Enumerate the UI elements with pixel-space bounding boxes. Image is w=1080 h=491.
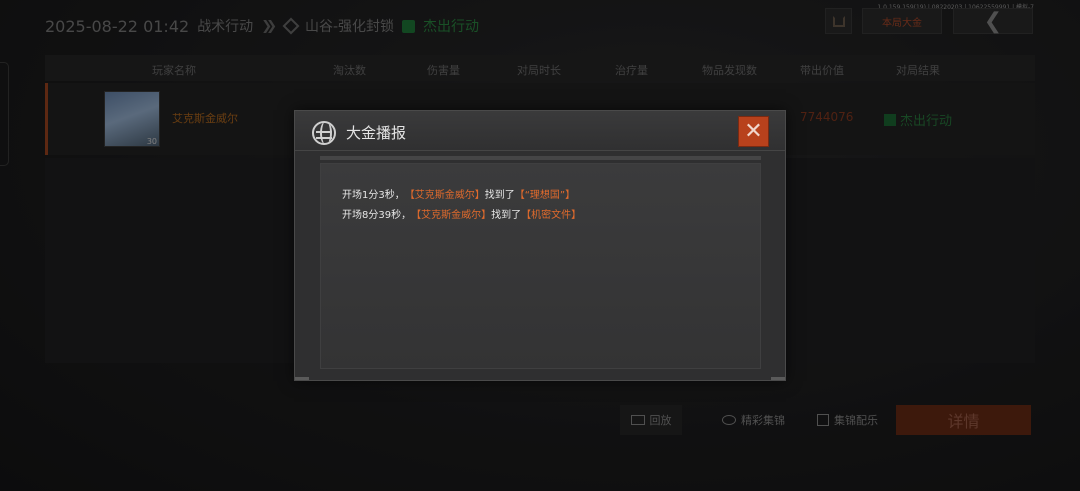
message-time: 开场1分3秒， [342, 190, 405, 201]
close-button[interactable]: ✕ [738, 116, 769, 147]
dialog-header: 大金播报 ✕ [295, 111, 785, 151]
message-verb: 找到了 [491, 210, 522, 221]
message-time: 开场8分39秒， [342, 210, 412, 221]
globe-icon [312, 121, 336, 145]
message-item: 【“理想国”】 [514, 190, 576, 201]
corner-accent [295, 377, 309, 380]
broadcast-panel: 开场1分3秒， 【艾克斯金威尔】 找到了 【“理想国”】 开场8分39秒， 【艾… [320, 163, 761, 369]
corner-accent [771, 377, 785, 380]
content-divider [320, 156, 761, 160]
message-player: 【艾克斯金威尔】 [411, 210, 492, 221]
broadcast-message: 开场8分39秒， 【艾克斯金威尔】 找到了 【机密文件】 [342, 206, 581, 221]
message-player: 【艾克斯金威尔】 [404, 190, 485, 201]
gold-broadcast-dialog: 大金播报 ✕ 开场1分3秒， 【艾克斯金威尔】 找到了 【“理想国”】 开场8分… [294, 110, 786, 381]
close-icon: ✕ [744, 118, 763, 144]
dialog-title: 大金播报 [346, 124, 407, 142]
message-verb: 找到了 [484, 190, 515, 201]
message-item: 【机密文件】 [521, 210, 582, 221]
broadcast-message: 开场1分3秒， 【艾克斯金威尔】 找到了 【“理想国”】 [342, 186, 575, 201]
